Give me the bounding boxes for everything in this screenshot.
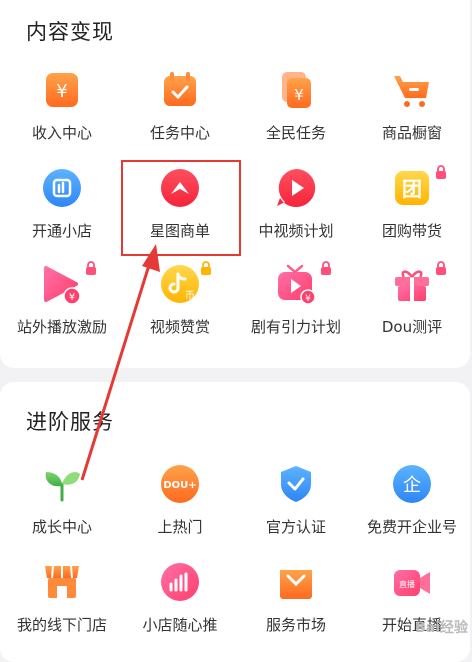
start-live-item[interactable]: 直播 开始直播 [353, 562, 471, 658]
live-camera-icon: 直播 [394, 570, 430, 596]
item-label: 团购带货 [381, 222, 442, 240]
lock-icon [434, 164, 448, 179]
item-label: 视频赞赏 [149, 318, 210, 336]
video-appreciation-item[interactable]: 币 视频赞赏 [121, 261, 239, 360]
shop-promotion-item[interactable]: 小店随心推 [121, 562, 239, 658]
star-map-icon [161, 169, 199, 207]
group-buy-item[interactable]: 团 团购带货 [353, 165, 471, 264]
item-label: 开通小店 [31, 222, 92, 240]
offsite-play-incentive-item[interactable]: ¥ 站外播放激励 [3, 261, 121, 360]
star-map-orders-item[interactable]: 星图商单 [121, 168, 239, 264]
growth-center-item[interactable]: 成长中心 [3, 464, 121, 560]
svg-text:企: 企 [403, 475, 421, 496]
lock-icon [319, 260, 333, 275]
tv-play-icon: ¥ [278, 264, 316, 304]
item-label: 小店随心推 [142, 616, 218, 634]
income-center-item[interactable]: ¥ 收入中心 [3, 70, 121, 166]
section-title: 内容变现 [26, 20, 114, 44]
svg-text:直播: 直播 [399, 579, 415, 589]
item-label: 服务市场 [265, 616, 326, 634]
svg-text:¥: ¥ [294, 86, 304, 104]
play-yen-icon: ¥ [44, 266, 81, 304]
lock-icon [434, 260, 448, 275]
item-label: 我的线下门店 [16, 616, 107, 634]
offline-store-item[interactable]: 我的线下门店 [3, 562, 121, 658]
drama-gravity-plan-item[interactable]: ¥ 剧有引力计划 [237, 261, 355, 360]
gift-box-icon [395, 270, 429, 301]
group-buy-icon: 团 [395, 171, 429, 205]
item-label: 中视频计划 [258, 222, 334, 240]
item-label: 成长中心 [31, 518, 92, 536]
shield-check-icon [281, 466, 311, 502]
item-label: 官方认证 [265, 518, 326, 536]
item-label: 星图商单 [149, 222, 210, 240]
shopping-cart-icon [394, 76, 429, 107]
section-title: 进阶服务 [26, 410, 114, 434]
watermark: Bai经验 [415, 620, 468, 636]
lock-icon [84, 260, 98, 275]
dou-plus-icon: DOU+ [161, 465, 199, 503]
item-label: 上热门 [157, 518, 203, 536]
storefront-icon [45, 565, 79, 598]
wallet-yen-icon: ¥ [46, 73, 78, 107]
official-verification-item[interactable]: 官方认证 [237, 464, 355, 560]
svg-text:¥: ¥ [305, 294, 311, 304]
item-label: 站外播放激励 [16, 318, 107, 336]
public-tasks-item[interactable]: ¥ 全民任务 [237, 70, 355, 166]
item-label: 剧有引力计划 [250, 318, 341, 336]
play-circle-icon [277, 168, 316, 207]
task-center-item[interactable]: 任务中心 [121, 70, 239, 166]
item-label: 任务中心 [149, 124, 210, 142]
svg-text:¥: ¥ [69, 292, 75, 303]
svg-text:团: 团 [402, 177, 422, 201]
lock-icon [199, 260, 213, 275]
shop-icon [43, 169, 81, 207]
enterprise-icon: 企 [393, 465, 431, 503]
stacked-cards-yen-icon: ¥ [282, 72, 311, 108]
mid-video-plan-item[interactable]: 中视频计划 [237, 168, 355, 264]
open-shop-item[interactable]: 开通小店 [3, 168, 121, 264]
item-label: 全民任务 [265, 124, 326, 142]
hot-boost-item[interactable]: DOU+ 上热门 [121, 464, 239, 560]
item-label: 商品橱窗 [381, 124, 442, 142]
calendar-check-icon [164, 72, 196, 106]
service-market-item[interactable]: 服务市场 [237, 562, 355, 658]
free-enterprise-account-item[interactable]: 企 免费开企业号 [353, 464, 471, 560]
svg-text:¥: ¥ [56, 81, 67, 102]
dou-review-item[interactable]: Dou测评 [353, 261, 471, 360]
item-label: 免费开企业号 [366, 518, 457, 536]
market-bag-icon [280, 570, 312, 599]
tiktok-coin-icon: 币 [161, 265, 199, 303]
svg-text:币: 币 [185, 290, 195, 302]
svg-text:DOU+: DOU+ [163, 480, 196, 491]
item-label: Dou测评 [381, 318, 443, 336]
item-label: 收入中心 [31, 124, 92, 142]
product-showcase-item[interactable]: 商品橱窗 [353, 70, 471, 166]
chart-bars-icon [161, 563, 199, 601]
sprout-icon [45, 472, 80, 502]
